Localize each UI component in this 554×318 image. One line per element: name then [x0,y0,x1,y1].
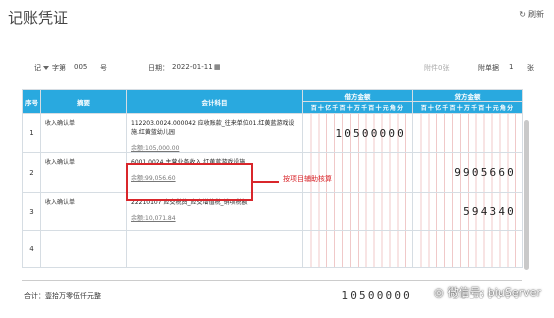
balance-value: 99,056.60 [145,175,176,182]
attach-count-label: 附单据 [478,64,499,72]
balance-label: 余额: [131,145,146,152]
attachment-link[interactable]: 附件0张 [424,63,449,73]
attach-count-input[interactable]: 1 [509,63,513,71]
total-debit: 10500000 [341,289,412,302]
balance-label: 余额: [131,175,146,182]
credit-amount[interactable] [412,113,523,153]
balance-value: 10,071.84 [145,215,176,222]
debit-amount[interactable] [302,152,413,193]
table-row[interactable]: 1 收入确认单 112203.0024.000042 应收账款_往来单位01.红… [22,113,523,153]
watermark: ◎ 微信号: biuServer [434,284,541,300]
date-input[interactable]: 2022-01-11 [172,63,213,71]
calendar-icon[interactable]: ▦ [214,63,221,71]
account-balance: 余额:10,071.84 [131,213,302,222]
row-account[interactable]: 22210107 应交税费_应交增值税_销项税额 余额:10,071.84 [126,192,303,231]
voucher-toolbar: 记 字第 005 号 日期： 2022-01-11 ▦ 附件0张 附单据 1 张 [0,58,554,80]
row-account[interactable] [126,230,303,268]
row-summary-text: 收入确认单 [45,120,76,127]
debit-amount[interactable] [302,192,413,231]
watermark-text: 微信号: biuServer [447,286,541,299]
header-debit-digits: 百十亿千百十万千百十元角分 [302,101,413,114]
row-number: 1 [22,113,41,153]
vertical-scrollbar[interactable] [524,120,529,270]
row-summary[interactable]: 收入确认单 [40,113,127,153]
wechat-icon: ◎ [434,285,444,299]
debit-amount[interactable] [302,230,413,268]
header-credit-digits: 百十亿千百十万千百十元角分 [412,101,523,114]
refresh-button[interactable]: ↻ 刷新 [519,9,544,20]
voucher-table: 序号 摘要 会计科目 借方金额 贷方金额 百十亿千百十万千百十元角分 百十亿千百… [22,89,523,268]
row-summary[interactable]: 收入确认单 [40,152,127,193]
voucher-word-select[interactable]: 记 [34,63,49,73]
row-summary-text: 收入确认单 [45,199,76,206]
header-credit: 贷方金额 [412,89,523,102]
header-account: 会计科目 [126,89,303,114]
voucher-word-label: 字第 [52,64,66,72]
row-account[interactable]: 112203.0024.000042 应收账款_往来单位01.红黄蓝游戏设施.红… [126,113,303,153]
row-number: 4 [22,230,41,268]
page-title: 记账凭证 [8,9,69,27]
table-row[interactable]: 3 收入确认单 22210107 应交税费_应交增值税_销项税额 余额:10,0… [22,192,523,231]
total-label: 合计：壹拾万零伍仟元整 [24,292,101,300]
row-number: 3 [22,192,41,231]
credit-amount[interactable]: 594340 [412,192,523,231]
table-row[interactable]: 2 收入确认单 6001.0024 主营业务收入.红黄蓝游戏设施 余额:99,0… [22,152,523,193]
account-balance: 余额:105,000.00 [131,143,302,152]
row-summary[interactable]: 收入确认单 [40,192,127,231]
refresh-label: 刷新 [528,10,544,19]
annotation-text: 按项目辅助核算 [283,175,332,183]
credit-amount[interactable]: 9905660 [412,152,523,193]
row-account[interactable]: 6001.0024 主营业务收入.红黄蓝游戏设施 余额:99,056.60 [126,152,303,193]
header-debit: 借方金额 [302,89,413,102]
account-text: 6001.0024 主营业务收入.红黄蓝游戏设施 [131,159,246,166]
annotation-arrow [253,181,279,183]
debit-amount[interactable]: 10500000 [302,113,413,153]
header-summary: 摘要 [40,89,127,114]
table-row[interactable]: 4 [22,230,523,268]
credit-amount[interactable] [412,230,523,268]
refresh-icon: ↻ [519,10,526,19]
account-text: 112203.0024.000042 应收账款_往来单位01.红黄蓝游戏设施.红… [131,120,295,136]
attach-unit: 张 [527,64,534,72]
balance-value: 105,000.00 [145,145,180,152]
row-number: 2 [22,152,41,193]
date-label: 日期： [148,64,169,72]
balance-label: 余额: [131,215,146,222]
header-seq: 序号 [22,89,41,114]
voucher-number-input[interactable]: 005 [74,63,87,71]
voucher-number-unit: 号 [100,64,107,72]
account-text: 22210107 应交税费_应交增值税_销项税额 [131,199,248,206]
chevron-down-icon [43,66,49,70]
row-summary[interactable] [40,230,127,268]
row-summary-text: 收入确认单 [45,159,76,166]
